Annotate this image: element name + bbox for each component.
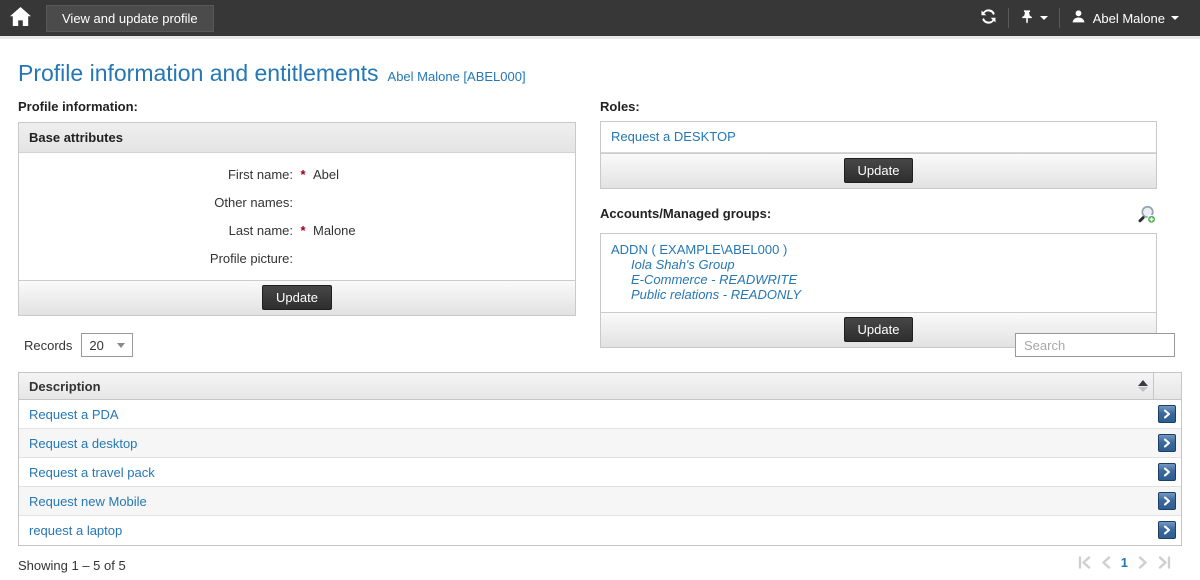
chevron-right-button[interactable]: [1158, 434, 1176, 452]
accounts-update-button[interactable]: Update: [844, 317, 914, 342]
refresh-button[interactable]: [969, 0, 1008, 36]
chevron-right-button[interactable]: [1158, 463, 1176, 481]
next-page-icon[interactable]: [1134, 556, 1153, 569]
field-label: Other names:: [19, 195, 293, 210]
entitlement-link[interactable]: Request a desktop: [29, 436, 137, 451]
current-page-number[interactable]: 1: [1115, 555, 1134, 570]
page-title-text: Profile information and entitlements: [18, 60, 379, 86]
entitlement-link[interactable]: Request a travel pack: [29, 465, 155, 480]
accounts-list: ADDN ( EXAMPLE\ABEL000 ) Iola Shah's Gro…: [601, 234, 1156, 312]
group-link[interactable]: E-Commerce - READWRITE: [631, 272, 1146, 287]
right-column: Roles: Request a DESKTOP Update Accounts…: [600, 99, 1157, 348]
records-count-select[interactable]: 20: [81, 333, 133, 357]
pin-menu-button[interactable]: [1009, 0, 1059, 36]
last-name-value: Malone: [313, 223, 356, 238]
entitlement-link[interactable]: request a laptop: [29, 523, 122, 538]
profile-information-section: Profile information: Base attributes Fir…: [18, 99, 576, 316]
page-subtitle: Abel Malone [ABEL000]: [388, 69, 526, 84]
column-header-label: Description: [29, 379, 101, 394]
role-list-item: Request a DESKTOP: [601, 122, 1156, 153]
profile-form: First name: * Abel Other names: Last nam…: [19, 153, 575, 280]
last-page-icon[interactable]: [1153, 556, 1176, 569]
page-title: Profile information and entitlements Abel…: [18, 60, 526, 87]
account-link-addn[interactable]: ADDN ( EXAMPLE\ABEL000 ): [611, 242, 787, 257]
top-navigation-bar: View and update profile Abel Malone: [0, 0, 1200, 36]
refresh-icon: [980, 8, 997, 28]
sort-asc-icon: [1138, 380, 1148, 392]
topbar-actions: Abel Malone: [969, 0, 1200, 36]
table-row: Request a PDA: [19, 400, 1181, 429]
accounts-section-header: Accounts/Managed groups:: [600, 204, 1157, 228]
roles-section-label: Roles:: [600, 99, 1157, 114]
first-page-icon[interactable]: [1073, 556, 1096, 569]
magnifier-plus-icon[interactable]: [1136, 204, 1157, 228]
table-row: Request a desktop: [19, 429, 1181, 458]
caret-down-icon: [117, 343, 125, 348]
prev-page-icon[interactable]: [1096, 556, 1115, 569]
user-icon: [1071, 9, 1086, 27]
search-input[interactable]: [1015, 333, 1175, 357]
header-column-divider: [1153, 373, 1154, 399]
entitlement-link[interactable]: Request new Mobile: [29, 494, 147, 509]
records-label: Records: [24, 338, 72, 353]
home-button[interactable]: [0, 0, 40, 36]
field-label: Profile picture:: [19, 251, 293, 266]
chevron-right-button[interactable]: [1158, 492, 1176, 510]
roles-panel: Request a DESKTOP Update: [600, 121, 1157, 189]
caret-down-icon: [1171, 16, 1179, 20]
form-row-other-names: Other names:: [19, 188, 575, 216]
showing-status: Showing 1 – 5 of 5: [18, 558, 126, 573]
roles-update-button[interactable]: Update: [844, 158, 914, 183]
table-row: Request new Mobile: [19, 487, 1181, 516]
table-header-description[interactable]: Description: [19, 373, 1181, 400]
caret-down-icon: [1040, 16, 1048, 20]
base-attributes-header: Base attributes: [19, 123, 575, 153]
user-menu-button[interactable]: Abel Malone: [1060, 0, 1190, 36]
group-link[interactable]: Iola Shah's Group: [631, 257, 1146, 272]
entitlements-table: Description Request a PDA Request a desk…: [18, 372, 1182, 546]
form-row-first-name: First name: * Abel: [19, 160, 575, 188]
required-asterisk: *: [293, 167, 313, 182]
pin-dropdown-icon: [1020, 9, 1034, 27]
first-name-value: Abel: [313, 167, 339, 182]
profile-panel-footer: Update: [19, 280, 575, 315]
pagination: 1: [1073, 555, 1176, 570]
table-row: request a laptop: [19, 516, 1181, 545]
user-name-label: Abel Malone: [1093, 11, 1165, 26]
required-asterisk: *: [293, 223, 313, 238]
form-row-profile-picture: Profile picture:: [19, 244, 575, 272]
entitlement-link[interactable]: Request a PDA: [29, 407, 119, 422]
chevron-right-button[interactable]: [1158, 405, 1176, 423]
chevron-right-button[interactable]: [1158, 521, 1176, 539]
table-row: Request a travel pack: [19, 458, 1181, 487]
group-link[interactable]: Public relations - READONLY: [631, 287, 1146, 302]
accounts-panel: ADDN ( EXAMPLE\ABEL000 ) Iola Shah's Gro…: [600, 233, 1157, 348]
form-row-last-name: Last name: * Malone: [19, 216, 575, 244]
topbar-bottom-strip: [0, 36, 1200, 39]
field-label: Last name:: [19, 223, 293, 238]
field-label: First name:: [19, 167, 293, 182]
base-attributes-panel: Base attributes First name: * Abel Other…: [18, 122, 576, 316]
roles-panel-footer: Update: [601, 153, 1156, 188]
profile-section-label: Profile information:: [18, 99, 576, 114]
profile-update-button[interactable]: Update: [262, 285, 332, 310]
home-icon: [10, 7, 31, 29]
records-selected-value: 20: [89, 338, 103, 353]
tab-view-update-profile[interactable]: View and update profile: [46, 5, 214, 32]
records-per-page-control: Records 20: [24, 333, 133, 357]
role-link-request-desktop[interactable]: Request a DESKTOP: [611, 129, 736, 144]
accounts-section-label: Accounts/Managed groups:: [600, 206, 771, 221]
